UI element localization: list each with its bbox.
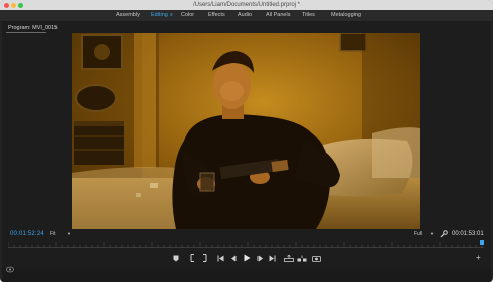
go-to-in-button[interactable]	[216, 253, 224, 263]
workspace-tab-color[interactable]: Color	[181, 11, 194, 20]
status-bar	[2, 268, 491, 282]
camera-icon	[311, 255, 321, 262]
button-editor-add-button[interactable]: +	[476, 253, 481, 263]
lift-icon	[284, 254, 294, 262]
status-eye-icon[interactable]	[6, 266, 14, 273]
export-frame-button[interactable]	[311, 253, 321, 263]
title-bar: /Users/Liam/Documents/Untitled.prproj *	[0, 0, 493, 10]
zoom-dropdown-arrow-icon[interactable]: ▼	[67, 229, 71, 239]
extract-icon	[297, 255, 307, 261]
step-back-icon	[230, 255, 236, 261]
mark-out-icon	[202, 254, 206, 262]
play-icon	[244, 254, 251, 262]
resolution-dropdown[interactable]: Full	[414, 229, 422, 239]
go-to-out-icon	[269, 255, 275, 261]
workspace-tab-titles[interactable]: Titles	[302, 11, 315, 20]
workspace-menu-icon[interactable]: ≡	[170, 11, 173, 20]
lift-button[interactable]	[284, 253, 294, 263]
workspace-tab-all-panels[interactable]: All Panels	[266, 11, 290, 20]
program-monitor-title[interactable]: Program: MVI_0015	[8, 24, 57, 32]
step-forward-button[interactable]	[256, 253, 264, 263]
duration-timecode: 00:01:53:01	[452, 231, 484, 237]
go-to-in-icon	[217, 255, 223, 261]
app-window: /Users/Liam/Documents/Untitled.prproj * …	[0, 0, 493, 282]
resolution-dropdown-arrow-icon[interactable]: ▼	[430, 229, 434, 239]
extract-button[interactable]	[297, 253, 307, 263]
zoom-level-dropdown[interactable]: Fit	[50, 229, 56, 239]
panel-menu-icon[interactable]: ≡	[55, 24, 58, 32]
play-button[interactable]	[243, 253, 252, 263]
mark-in-icon	[190, 254, 194, 262]
marker-icon	[173, 255, 179, 261]
step-back-button[interactable]	[229, 253, 237, 263]
video-frame[interactable]	[72, 33, 420, 229]
wrench-icon[interactable]	[440, 230, 448, 238]
workspace-tab-audio[interactable]: Audio	[238, 11, 252, 20]
time-ruler[interactable]	[8, 240, 484, 248]
workspace-tab-editing[interactable]: Editing	[151, 11, 168, 20]
workspace-tab-metalogging[interactable]: Metalogging	[331, 11, 361, 20]
workspace-tab-assembly[interactable]: Assembly	[116, 11, 140, 20]
add-marker-button[interactable]	[172, 253, 180, 263]
mark-out-button[interactable]	[200, 253, 208, 263]
step-forward-icon	[257, 255, 263, 261]
workspace-tab-effects[interactable]: Effects	[208, 11, 225, 20]
window-title: /Users/Liam/Documents/Untitled.prproj *	[192, 2, 301, 8]
panel-tab-underline	[6, 32, 46, 33]
workspace-bar: Assembly Editing ≡ Color Effects Audio A…	[0, 10, 493, 22]
current-timecode[interactable]: 00:01:52:24	[10, 229, 44, 239]
video-frame-image	[72, 33, 420, 229]
go-to-out-button[interactable]	[268, 253, 276, 263]
playhead-handle[interactable]	[479, 240, 484, 245]
mark-in-button[interactable]	[188, 253, 196, 263]
